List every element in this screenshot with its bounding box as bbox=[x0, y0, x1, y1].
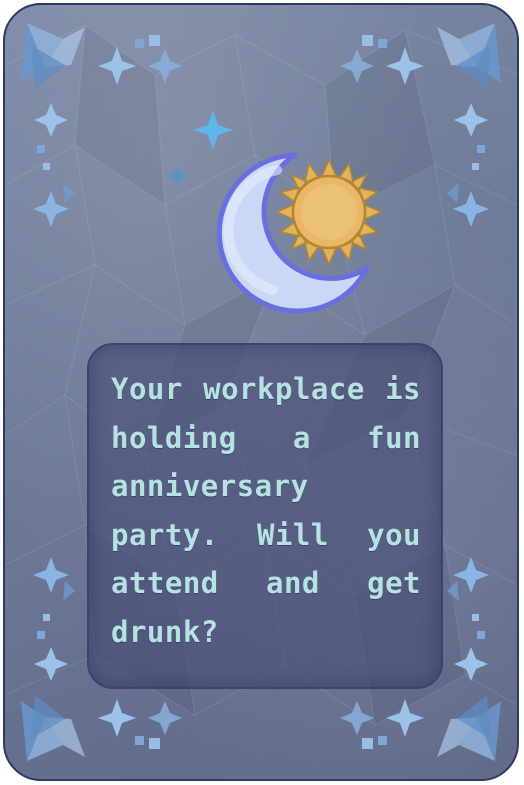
sun-icon bbox=[275, 158, 383, 266]
card-prompt-text: Your workplace is holding a fun annivers… bbox=[111, 372, 421, 649]
prompt-panel: Your workplace is holding a fun annivers… bbox=[87, 343, 443, 689]
sparkle-star-icon bbox=[165, 110, 233, 188]
game-card[interactable]: Your workplace is holding a fun annivers… bbox=[3, 3, 519, 781]
moon-sun-emblem bbox=[165, 110, 383, 314]
